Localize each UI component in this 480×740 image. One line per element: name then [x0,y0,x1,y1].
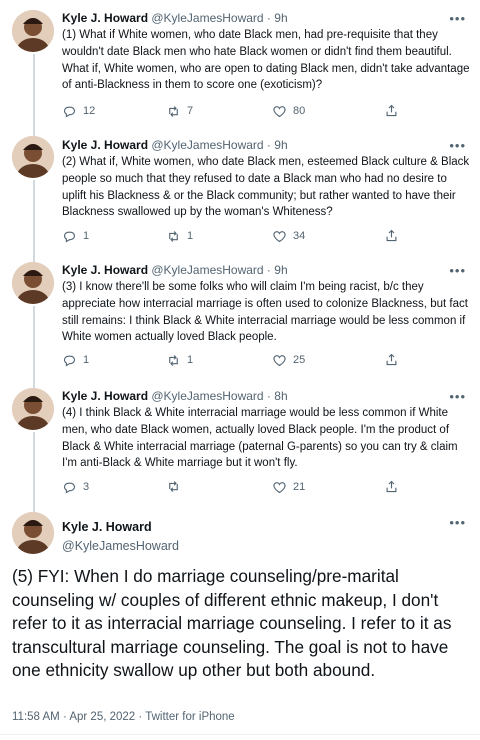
heart-icon [273,230,286,242]
more-dots-icon[interactable]: ••• [449,264,466,277]
like-count: 21 [293,481,306,493]
retweet-icon [169,230,178,242]
reply-icon [63,231,76,242]
tweet-meta: 11:58 AM · Apr 25, 2022 · Twitter for iP… [12,711,235,723]
separator: · [263,138,275,152]
tweet-text: (4) I think Black & White interracial ma… [62,407,458,470]
separator: · [263,389,275,403]
avatar[interactable] [12,10,54,52]
retweet-count: 7 [187,105,194,117]
separator: · [263,263,275,277]
like-button[interactable]: 25 [272,352,305,368]
heart-icon [273,354,286,366]
tweet-time[interactable]: 11:58 AM [12,711,60,723]
retweet-button[interactable] [166,479,187,494]
more-dots-icon[interactable]: ••• [449,390,466,403]
like-count: 25 [293,354,306,366]
tweet-actions: 3 21 [62,479,412,497]
share-button[interactable] [384,228,399,243]
tweet-actions: 12 7 80 [62,103,412,121]
share-icon [386,229,397,242]
reply-count: 3 [83,481,90,493]
like-button[interactable]: 21 [272,479,305,495]
separator: · [135,711,146,723]
retweet-icon [169,481,178,492]
retweet-count: 1 [187,230,194,242]
more-dots-icon[interactable]: ••• [449,516,466,529]
author-name[interactable]: Kyle J. Howard [62,389,148,403]
like-button[interactable]: 80 [272,103,305,119]
tweet-header: Kyle J. Howard @KyleJamesHoward · 9h [62,11,288,26]
tweet-header: Kyle J. Howard @KyleJamesHoward · 8h [62,389,288,404]
reply-button[interactable]: 1 [62,352,89,368]
main-tweet-text: (5) FYI: When I do marriage counseling/p… [12,566,452,680]
tweet-time[interactable]: 8h [274,389,287,403]
tweet-actions: 1 1 34 [62,228,412,246]
retweet-icon [169,354,178,366]
tweet-actions: 1 1 25 [62,352,412,370]
heart-icon [273,481,286,493]
tweet-3[interactable]: Kyle J. Howard @KyleJamesHoward · 9h •••… [0,256,480,382]
reply-icon [63,355,76,366]
avatar[interactable] [12,388,54,430]
reply-icon [63,482,76,493]
share-icon [386,480,397,493]
tweet-time[interactable]: 9h [274,263,287,277]
author-name[interactable]: Kyle J. Howard [62,263,148,277]
divider [0,734,480,735]
like-count: 80 [293,105,306,117]
more-dots-icon[interactable]: ••• [449,12,466,25]
reply-count: 1 [83,354,90,366]
author-handle[interactable]: @KyleJamesHoward [151,11,263,25]
tweet-text: (1) What if White women, who date Black … [62,29,470,92]
author-name[interactable]: Kyle J. Howard [62,138,148,152]
reply-icon [63,106,76,117]
author-handle[interactable]: @KyleJamesHoward [151,263,263,277]
tweet-time[interactable]: 9h [274,11,287,25]
more-dots-icon[interactable]: ••• [449,139,466,152]
retweet-count: 1 [187,354,194,366]
share-icon [386,104,397,117]
separator: · [59,711,70,723]
tweet-1[interactable]: Kyle J. Howard @KyleJamesHoward · 9h •••… [0,0,480,130]
tweet-time[interactable]: 9h [274,138,287,152]
reply-button[interactable]: 3 [62,479,89,495]
author-name[interactable]: Kyle J. Howard [62,518,179,537]
author-handle[interactable]: @KyleJamesHoward [151,138,263,152]
avatar[interactable] [12,136,54,178]
avatar[interactable] [12,512,54,554]
reply-button[interactable]: 12 [62,103,95,119]
tweet-text: (3) I know there'll be some folks who wi… [62,281,468,344]
reply-button[interactable]: 1 [62,228,89,244]
tweet-date[interactable]: Apr 25, 2022 [69,711,135,723]
like-button[interactable]: 34 [272,228,305,244]
reply-count: 12 [83,105,96,117]
tweet-header: Kyle J. Howard @KyleJamesHoward · 9h [62,263,288,278]
reply-count: 1 [83,230,90,242]
retweet-icon [169,105,178,117]
share-button[interactable] [384,103,399,118]
retweet-button[interactable]: 7 [166,103,193,119]
tweet-2[interactable]: Kyle J. Howard @KyleJamesHoward · 9h •••… [0,130,480,256]
retweet-button[interactable]: 1 [166,352,193,368]
main-tweet-header: Kyle J. Howard @KyleJamesHoward [62,518,179,556]
tweet-4[interactable]: Kyle J. Howard @KyleJamesHoward · 8h •••… [0,382,480,506]
author-name[interactable]: Kyle J. Howard [62,11,148,25]
share-button[interactable] [384,352,399,367]
tweet-text: (2) What if, White women, who date Black… [62,156,470,219]
tweet-header: Kyle J. Howard @KyleJamesHoward · 9h [62,138,288,153]
author-handle[interactable]: @KyleJamesHoward [151,389,263,403]
author-handle[interactable]: @KyleJamesHoward [62,537,179,556]
share-button[interactable] [384,479,399,494]
avatar[interactable] [12,262,54,304]
heart-icon [273,105,286,117]
retweet-button[interactable]: 1 [166,228,193,244]
separator: · [263,11,275,25]
share-icon [386,353,397,366]
tweet-source[interactable]: Twitter for iPhone [145,711,234,723]
like-count: 34 [293,230,306,242]
